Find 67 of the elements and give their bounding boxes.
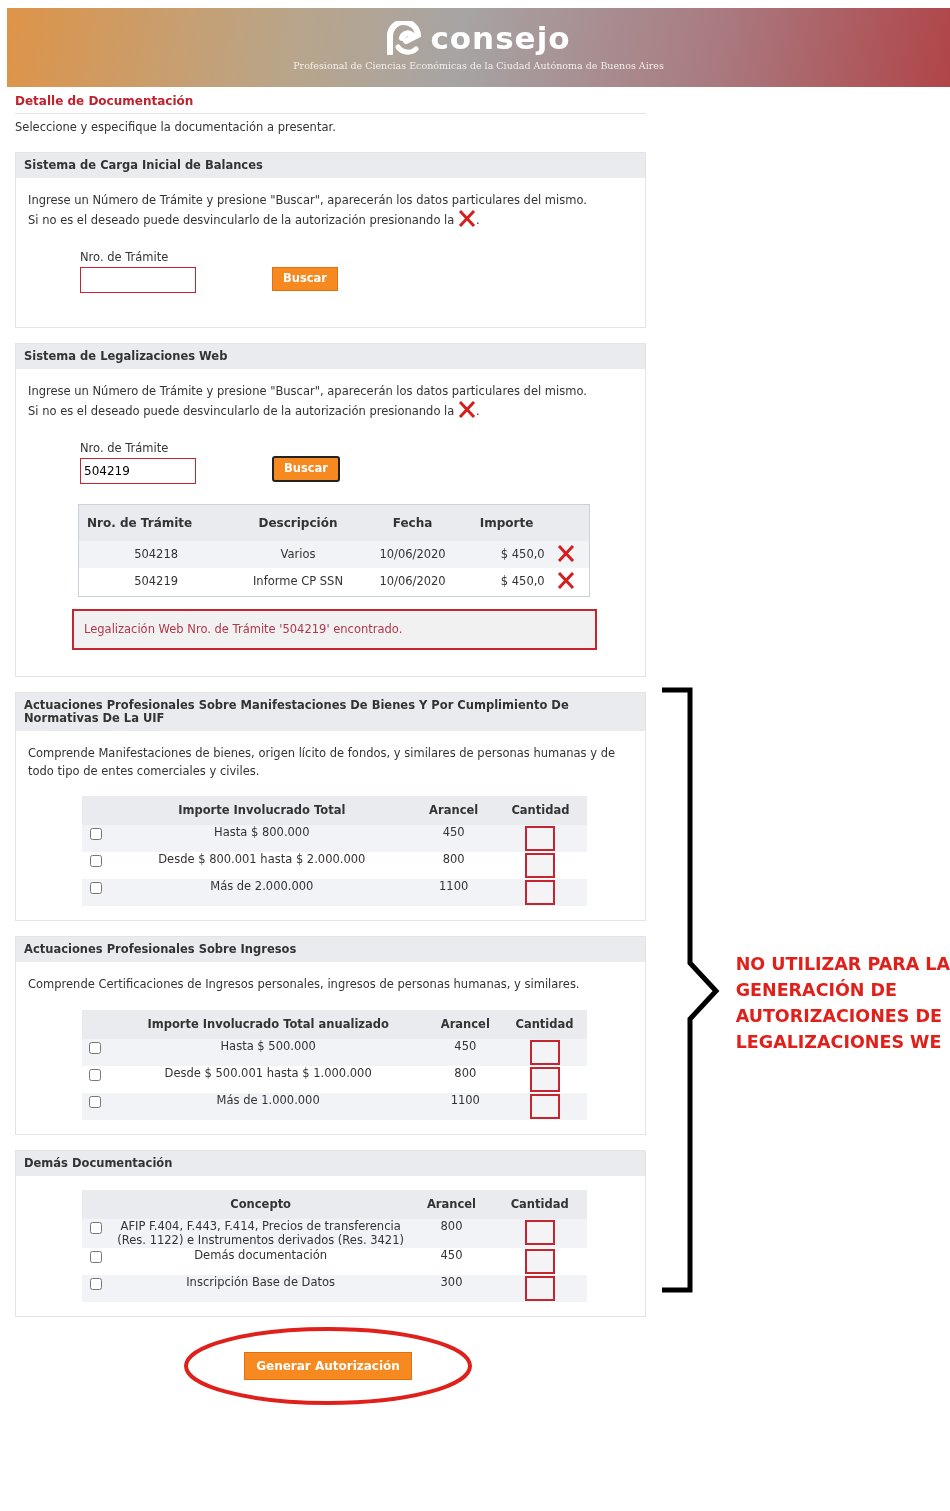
section-description: Comprende Certificaciones de Ingresos personales, ingresos de personas humanas, y similares. [28, 976, 581, 994]
table-cell: 1100 [428, 1092, 502, 1120]
status-message: Legalización Web Nro. de Trámite '504219' encontrado. [72, 608, 597, 650]
column-header: Importe Involucrado Total [110, 795, 414, 826]
column-header: Cantidad [502, 1009, 587, 1039]
generate-button[interactable]: Generar Autorización [244, 1351, 412, 1380]
table-cell: $ 450,0 [462, 541, 551, 569]
table-cell: 450 [410, 1247, 493, 1275]
annotation-text: AUTORIZACIONES DE [735, 1005, 943, 1028]
brand-name: consejo [430, 22, 571, 54]
instruction-text: Si no es el deseado puede desvincularlo de la autorización presionando la [28, 403, 455, 418]
annotation-text: GENERACIÓN DE [735, 978, 899, 1002]
table-cell: Inscripción Base de Datos [110, 1274, 411, 1302]
table-cell: 504218 [78, 541, 234, 569]
number-field[interactable]: 504219 [80, 458, 196, 485]
column-header: Arancel [413, 795, 494, 826]
table-cell: Desde $ 800.001 hasta $ 2.000.000 [110, 852, 414, 880]
table-cell: 800 [428, 1065, 502, 1093]
annotation-text: LEGALIZACIONES WE [735, 1031, 943, 1054]
table-cell: Hasta $ 800.000 [110, 825, 414, 853]
section-description: Comprende Manifestaciones de bienes, origen lícito de fondos, y similares de personas humanas y de todo tipo de entes comerciales y civiles. [28, 745, 617, 780]
table-cell: 800 [410, 1219, 493, 1248]
field-label: Nro. de Trámite [80, 248, 170, 266]
column-header: Arancel [428, 1009, 502, 1039]
table-cell: 10/06/2020 [362, 541, 463, 569]
table-cell: Más de 1.000.000 [107, 1092, 429, 1120]
column-header: Arancel [410, 1190, 493, 1220]
column-header: Nro. de Trámite [78, 504, 234, 542]
instruction-text: Ingrese un Número de Trámite y presione "Buscar", aparecerán los datos particulares del mismo. [28, 383, 588, 401]
column-header: Cantidad [493, 795, 587, 826]
column-header: Fecha [362, 504, 463, 542]
section-title: Actuaciones Profesionales Sobre Manifestaciones De Bienes Y Por Cumplimiento De Normativas De La UIF [16, 692, 645, 732]
table-cell: Desde $ 500.001 hasta $ 1.000.000 [107, 1065, 429, 1093]
table-cell: Hasta $ 500.000 [107, 1038, 429, 1066]
table-cell: Más de 2.000.000 [110, 879, 414, 907]
instruction-text: . [476, 212, 480, 227]
table-cell: $ 450,0 [462, 568, 551, 597]
table-cell: 450 [413, 825, 494, 853]
section-title: Sistema de Legalizaciones Web [16, 344, 645, 370]
intro-text: Seleccione y especifique la documentación a presentar. [15, 119, 337, 136]
column-header: Cantidad [492, 1190, 587, 1220]
column-header: Importe [462, 504, 551, 542]
section-title: Sistema de Carga Inicial de Balances [16, 153, 645, 179]
table-cell: AFIP F.404, F.443, F.414, Precios de transferencia (Res. 1122) e Instrumentos derivados (Res. 3421) [110, 1219, 411, 1248]
instruction-text: . [476, 403, 480, 418]
table-cell: 800 [413, 852, 494, 880]
column-header: Concepto [110, 1190, 411, 1220]
table-cell: 504219 [78, 568, 234, 597]
field-label: Nro. de Trámite [80, 439, 170, 457]
instruction-text: Si no es el deseado puede desvincularlo de la autorización presionando la [28, 212, 455, 227]
header-subtitle: Profesional de Ciencias Económicas de la Ciudad Autónoma de Buenos Aires [293, 59, 664, 74]
table-cell: 10/06/2020 [362, 568, 463, 597]
search-button[interactable]: Buscar [272, 456, 341, 483]
table-cell: 450 [428, 1038, 502, 1066]
table-cell: 1100 [413, 879, 494, 907]
table-cell: Varios [233, 541, 363, 569]
table-cell: Informe CP SSN [233, 568, 363, 597]
section-title: Demás Documentación [16, 1150, 645, 1177]
page-title: Detalle de Documentación [15, 87, 646, 114]
instruction-text: Ingrese un Número de Trámite y presione "Buscar", aparecerán los datos particulares del mismo. [28, 192, 588, 210]
column-header: Importe Involucrado Total anualizado [107, 1009, 429, 1039]
table-cell: Demás documentación [110, 1247, 411, 1275]
search-button[interactable]: Buscar [272, 267, 339, 292]
annotation-text: NO UTILIZAR PARA LA [735, 953, 950, 976]
column-header: Descripción [233, 504, 363, 542]
table-cell: 300 [410, 1274, 493, 1302]
section-title: Actuaciones Profesionales Sobre Ingresos [16, 937, 645, 963]
